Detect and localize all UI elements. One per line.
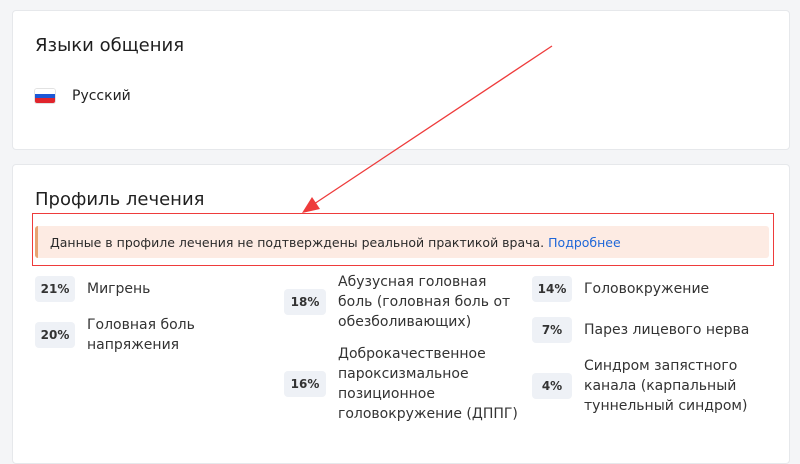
condition-label: Парез лицевого нерва bbox=[584, 322, 750, 338]
condition-item: 16% Доброкачественное пароксизмальное по… bbox=[284, 344, 524, 424]
condition-item: 14% Головокружение bbox=[532, 276, 709, 302]
profile-title: Профиль лечения bbox=[35, 189, 205, 210]
condition-item: 20% Головная боль напряжения bbox=[35, 315, 235, 355]
condition-label: Доброкачественное пароксизмальное позици… bbox=[338, 346, 518, 422]
languages-title: Языки общения bbox=[35, 35, 185, 56]
condition-percent: 14% bbox=[532, 276, 572, 302]
condition-percent: 18% bbox=[284, 289, 326, 315]
condition-item: 21% Мигрень bbox=[35, 276, 150, 302]
condition-item: 7% Парез лицевого нерва bbox=[532, 317, 749, 343]
condition-percent: 21% bbox=[35, 276, 75, 302]
condition-label: Абузусная головная боль (головная боль о… bbox=[338, 274, 511, 330]
condition-label: Головная боль напряжения bbox=[87, 317, 195, 353]
condition-percent: 16% bbox=[284, 371, 326, 397]
condition-percent: 20% bbox=[35, 322, 75, 348]
condition-label: Синдром запястного канала (карпальный ту… bbox=[584, 358, 748, 414]
condition-item: 18% Абузусная головная боль (головная бо… bbox=[284, 272, 514, 332]
russian-flag-icon bbox=[35, 89, 55, 103]
annotation-highlight-box bbox=[32, 213, 774, 266]
condition-label: Головокружение bbox=[584, 281, 710, 297]
languages-card: Языки общения Русский bbox=[12, 10, 790, 150]
condition-percent: 7% bbox=[532, 317, 572, 343]
language-item: Русский bbox=[35, 88, 131, 104]
condition-percent: 4% bbox=[532, 373, 572, 399]
condition-item: 4% Синдром запястного канала (карпальный… bbox=[532, 356, 762, 416]
language-label: Русский bbox=[72, 88, 131, 104]
condition-label: Мигрень bbox=[87, 281, 151, 297]
treatment-profile-card: Профиль лечения Данные в профиле лечения… bbox=[12, 164, 790, 464]
